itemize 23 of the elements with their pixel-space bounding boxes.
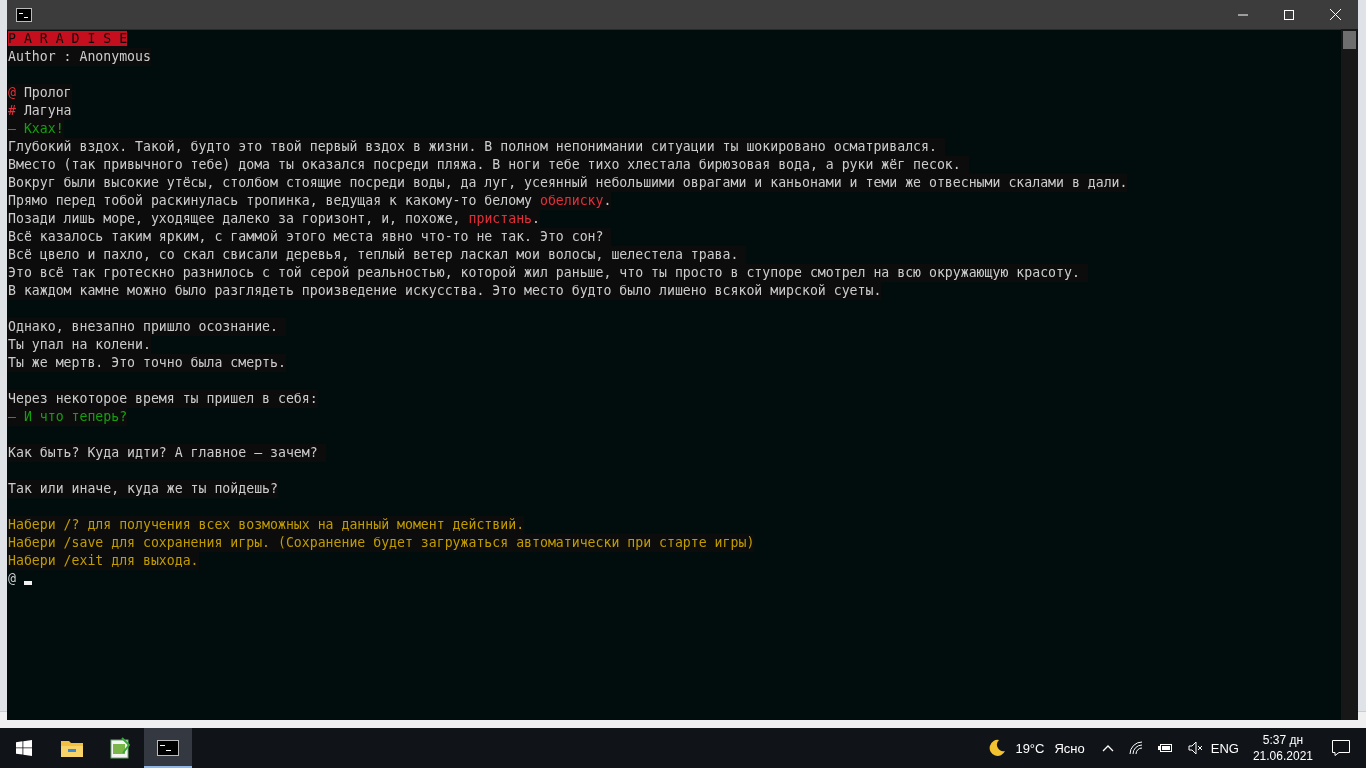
- console-icon: [157, 740, 179, 756]
- wifi-icon[interactable]: [1127, 741, 1144, 755]
- notepad-icon: [110, 737, 130, 759]
- battery-icon[interactable]: [1157, 742, 1174, 754]
- console-line: P A R A D I S E: [8, 30, 128, 48]
- clock-time[interactable]: 5:37 дн: [1262, 732, 1304, 748]
- language-indicator[interactable]: ENG: [1210, 740, 1239, 756]
- scrollbar-thumb[interactable]: [1343, 31, 1356, 49]
- moon-icon[interactable]: [988, 739, 1007, 757]
- weather-condition[interactable]: Ясно: [1054, 740, 1085, 756]
- close-icon: [1329, 9, 1341, 20]
- maximize-icon: [1284, 9, 1294, 20]
- chevron-up-icon[interactable]: [1101, 744, 1114, 752]
- folder-icon: [61, 739, 83, 757]
- console-icon: [16, 7, 32, 22]
- scrollbar[interactable]: [1341, 29, 1358, 720]
- taskbar-app[interactable]: [144, 728, 192, 768]
- mute-icon[interactable]: [1187, 741, 1204, 755]
- weather-temperature[interactable]: 19°C: [1015, 740, 1045, 756]
- windows-logo-icon: [16, 740, 32, 756]
- notification-icon[interactable]: [1332, 740, 1350, 756]
- clock-date[interactable]: 21.06.2021: [1252, 748, 1313, 764]
- prompt-symbol: @: [8, 570, 16, 588]
